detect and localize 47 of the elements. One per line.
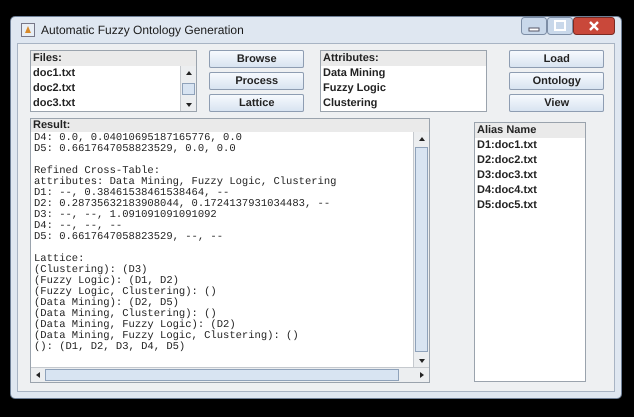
output-line: D1: --, 0.38461538461538464, -- [34, 188, 230, 199]
list-header: Files: [31, 51, 196, 66]
scrollbar[interactable] [31, 367, 429, 382]
list-item[interactable]: D2:doc2.txt [475, 153, 585, 168]
action-button[interactable]: Browse [209, 50, 304, 68]
list-item[interactable]: doc3.txt [31, 96, 180, 111]
scrollbar[interactable] [413, 132, 429, 367]
output-line: D2: 0.28735632183908044, 0.1724137931034483, -- [34, 199, 332, 210]
output-line: Lattice: [34, 254, 84, 265]
output-line: (): (D1, D2, D3, D4, D5) [34, 342, 186, 353]
list-item[interactable]: doc1.txt [31, 66, 180, 81]
output-line: (Fuzzy Logic): (D1, D2) [34, 276, 179, 287]
output-line: D3: --, --, 1.091091091091092 [34, 210, 218, 221]
output-line: attributes: Data Mining, Fuzzy Logic, Clustering [34, 177, 338, 188]
action-button[interactable]: Lattice [209, 94, 304, 112]
list-header: Alias Name [475, 123, 585, 138]
output-line: D4: 0.0, 0.04010695187165776, 0.0 [34, 133, 243, 144]
output-line: D5: 0.6617647058823529, --, -- [34, 232, 224, 243]
list-item[interactable]: Data Mining [321, 66, 486, 81]
maximize-button[interactable] [547, 17, 573, 35]
action-button[interactable]: Load [509, 50, 604, 68]
output-line: D4: --, --, -- [34, 221, 124, 232]
app-icon [21, 23, 35, 37]
action-button[interactable]: Process [209, 72, 304, 90]
list-item[interactable]: D4:doc4.txt [475, 183, 585, 198]
output-line: (Fuzzy Logic, Clustering): () [34, 287, 218, 298]
window-title: Automatic Fuzzy Ontology Generation [41, 23, 244, 37]
output-line: (Data Mining): (D2, D5) [34, 298, 179, 309]
output-line: (Data Mining, Fuzzy Logic, Clustering): () [34, 331, 300, 342]
list-header: Attributes: [321, 51, 486, 66]
list-item[interactable]: doc2.txt [31, 81, 180, 96]
output-line: (Data Mining, Clustering): () [34, 309, 217, 320]
action-button[interactable]: View [509, 94, 604, 112]
output-line: (Data Mining, Fuzzy Logic): (D2) [34, 320, 236, 331]
scrollbar[interactable] [180, 66, 196, 111]
list-item[interactable]: Fuzzy Logic [321, 81, 486, 96]
close-button[interactable] [573, 17, 615, 35]
result-label: Result: [31, 119, 429, 132]
output-line: (Clustering): (D3) [34, 265, 148, 276]
minimize-button[interactable] [521, 17, 547, 35]
list-item[interactable]: D5:doc5.txt [475, 198, 585, 213]
list-item[interactable]: Clustering [321, 96, 486, 111]
action-button[interactable]: Ontology [509, 72, 604, 90]
list-item[interactable]: D3:doc3.txt [475, 168, 585, 183]
output-line: Refined Cross-Table: [34, 166, 160, 177]
list-item[interactable]: D1:doc1.txt [475, 138, 585, 153]
output-line: D5: 0.6617647058823529, 0.0, 0.0 [34, 144, 237, 155]
